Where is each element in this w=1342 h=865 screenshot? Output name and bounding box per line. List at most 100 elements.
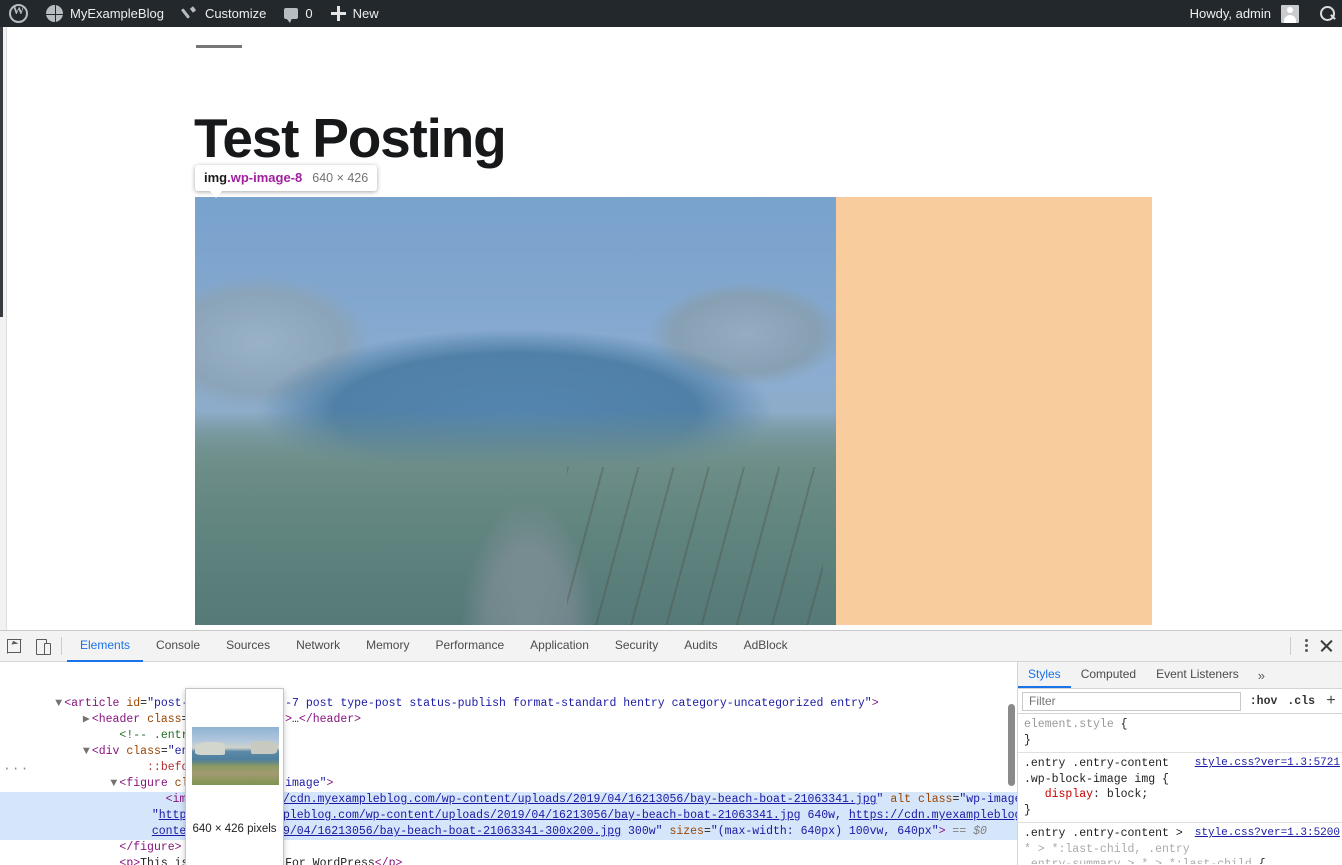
highlight-dimensions: 640 × 426: [312, 171, 369, 185]
styles-more-tabs-button[interactable]: »: [1249, 662, 1274, 688]
style-source-link[interactable]: style.css?ver=1.3:5200: [1195, 826, 1340, 842]
tab-styles[interactable]: Styles: [1018, 662, 1071, 688]
tab-computed[interactable]: Computed: [1071, 662, 1146, 688]
tab-network-label: Network: [296, 638, 341, 652]
tab-elements[interactable]: Elements: [67, 631, 144, 662]
dom-tree-scrollbar[interactable]: [1006, 662, 1017, 865]
dom-scrollbar-thumb[interactable]: [1008, 704, 1015, 786]
force-state-button[interactable]: :hov: [1245, 695, 1283, 708]
filter-input[interactable]: [1022, 691, 1241, 711]
tab-adblock-label: AdBlock: [743, 638, 788, 652]
style-rule-close: }: [1024, 803, 1031, 817]
tab-event-listeners-label: Event Listeners: [1156, 667, 1239, 681]
devtools-content-highlight: [195, 197, 836, 625]
browser-left-gutter: [0, 27, 7, 630]
wp-logo-menu[interactable]: [0, 0, 37, 27]
close-icon[interactable]: [1316, 636, 1336, 656]
styles-rule-separator: [1018, 752, 1342, 753]
tab-audits[interactable]: Audits: [671, 631, 730, 662]
highlight-tag-label: img.wp-image-8: [204, 170, 302, 185]
tab-styles-label: Styles: [1028, 667, 1061, 681]
wp-admin-bar: MyExampleBlog Customize 0 New Howdy, adm…: [0, 0, 1342, 27]
dom-tree-line-selected[interactable]: content/uploads/2019/04/16213056/bay-bea…: [0, 824, 1017, 840]
more-options-icon[interactable]: [1296, 636, 1316, 656]
tab-application[interactable]: Application: [517, 631, 602, 662]
post-title-rule: [196, 45, 242, 48]
dom-tree-line-selected[interactable]: "https://cdn.myexampleblog.com/wp-conten…: [0, 808, 1017, 824]
search-icon[interactable]: [1320, 5, 1336, 22]
dom-expand-ellipsis[interactable]: ···: [3, 761, 29, 777]
dom-tree-line-selected[interactable]: <img src="https://cdn.myexampleblog.com/…: [0, 792, 1017, 808]
dom-tree-line[interactable]: ▼<article id="post-7" class="post-7 post…: [0, 696, 1017, 712]
paintbrush-icon: [182, 6, 198, 22]
style-rule-close: }: [1024, 733, 1031, 747]
dom-tree-line[interactable]: ▼<figure class="wp-block-image">: [0, 776, 1017, 792]
tab-sources[interactable]: Sources: [213, 631, 283, 662]
style-value[interactable]: block;: [1107, 788, 1148, 801]
new-label: New: [352, 6, 379, 21]
site-globe-icon: [46, 5, 63, 22]
comments-button[interactable]: 0: [275, 0, 321, 27]
post-image[interactable]: [195, 197, 836, 625]
style-selector[interactable]: element.style {: [1024, 717, 1342, 733]
dom-tree-line[interactable]: ▼<div class="entry-content">: [0, 744, 1017, 760]
dom-tree-line[interactable]: <!-- .entry-header -->: [0, 728, 1017, 744]
devtools-tab-list: Elements Console Sources Network Memory …: [67, 631, 801, 662]
tab-sources-label: Sources: [226, 638, 271, 652]
comment-count-label: 0: [305, 6, 313, 21]
image-preview-dimensions: 640 × 426 pixels: [192, 823, 277, 835]
tab-event-listeners[interactable]: Event Listeners: [1146, 662, 1249, 688]
new-style-rule-button[interactable]: +: [1320, 692, 1342, 710]
tab-network[interactable]: Network: [283, 631, 353, 662]
highlight-tag: img: [204, 170, 228, 185]
inspect-element-button[interactable]: [0, 633, 28, 659]
style-property[interactable]: display: [1045, 788, 1093, 801]
avatar: [1281, 4, 1299, 23]
tab-console[interactable]: Console: [143, 631, 213, 662]
tab-memory[interactable]: Memory: [353, 631, 422, 662]
devtools-margin-highlight: [195, 197, 1152, 625]
styles-tab-list: Styles Computed Event Listeners »: [1018, 662, 1342, 689]
new-content-button[interactable]: New: [322, 0, 388, 27]
customize-button[interactable]: Customize: [173, 0, 275, 27]
devtools-panel: Elements Console Sources Network Memory …: [0, 630, 1342, 865]
tab-computed-label: Computed: [1080, 667, 1137, 681]
fence-detail: [566, 466, 824, 625]
styles-rule[interactable]: style.css?ver=1.3:5721 .entry .entry-cont…: [1024, 756, 1342, 820]
styles-rule-separator: [1018, 822, 1342, 823]
dom-tree-line[interactable]: ::before: [0, 760, 1017, 776]
tab-adblock[interactable]: AdBlock: [731, 631, 801, 662]
toolbar-divider: [61, 637, 62, 655]
style-declaration[interactable]: display: block;: [1024, 787, 1342, 803]
tab-performance[interactable]: Performance: [422, 631, 517, 662]
tab-memory-label: Memory: [366, 638, 410, 652]
dom-tree-lines: ▼<article id="post-7" class="post-7 post…: [0, 696, 1017, 865]
device-toolbar-button[interactable]: [28, 633, 56, 659]
wordpress-logo-icon: [9, 3, 28, 23]
element-classes-button[interactable]: .cls: [1282, 695, 1320, 708]
styles-rule[interactable]: style.css?ver=1.3:5200 .entry .entry-cont…: [1024, 826, 1342, 864]
dom-tree-pane[interactable]: ▼<article id="post-7" class="post-7 post…: [0, 662, 1017, 865]
dom-tree-line[interactable]: <p>This is Test Posting For WordPress</p…: [0, 856, 1017, 865]
devtools-body: ▼<article id="post-7" class="post-7 post…: [0, 662, 1342, 865]
screen-root: MyExampleBlog Customize 0 New Howdy, adm…: [0, 0, 1342, 865]
dom-tree-line[interactable]: ▶<header class="entry-header">…</header>: [0, 712, 1017, 728]
highlight-class: .wp-image-8: [227, 170, 303, 185]
styles-rule[interactable]: element.style {}: [1024, 717, 1342, 750]
toolbar-divider-right: [1290, 637, 1291, 655]
plus-icon: [330, 6, 346, 21]
styles-pane: Styles Computed Event Listeners » :hov .…: [1017, 662, 1342, 865]
site-name-menu[interactable]: MyExampleBlog: [37, 0, 173, 27]
tab-performance-label: Performance: [435, 638, 505, 652]
tab-application-label: Application: [530, 638, 589, 652]
account-menu[interactable]: Howdy, admin: [1181, 0, 1308, 27]
styles-filter-bar: :hov .cls +: [1018, 689, 1342, 714]
element-highlight-tooltip: img.wp-image-8 640 × 426: [195, 165, 378, 198]
tab-security[interactable]: Security: [602, 631, 671, 662]
tab-console-label: Console: [156, 638, 201, 652]
style-source-link[interactable]: style.css?ver=1.3:5721: [1195, 756, 1340, 772]
tab-audits-label: Audits: [684, 638, 718, 652]
dom-tree-line[interactable]: </figure>: [0, 840, 1017, 856]
inspect-element-icon: [6, 638, 22, 654]
devtools-toolbar-actions: [1285, 636, 1342, 656]
